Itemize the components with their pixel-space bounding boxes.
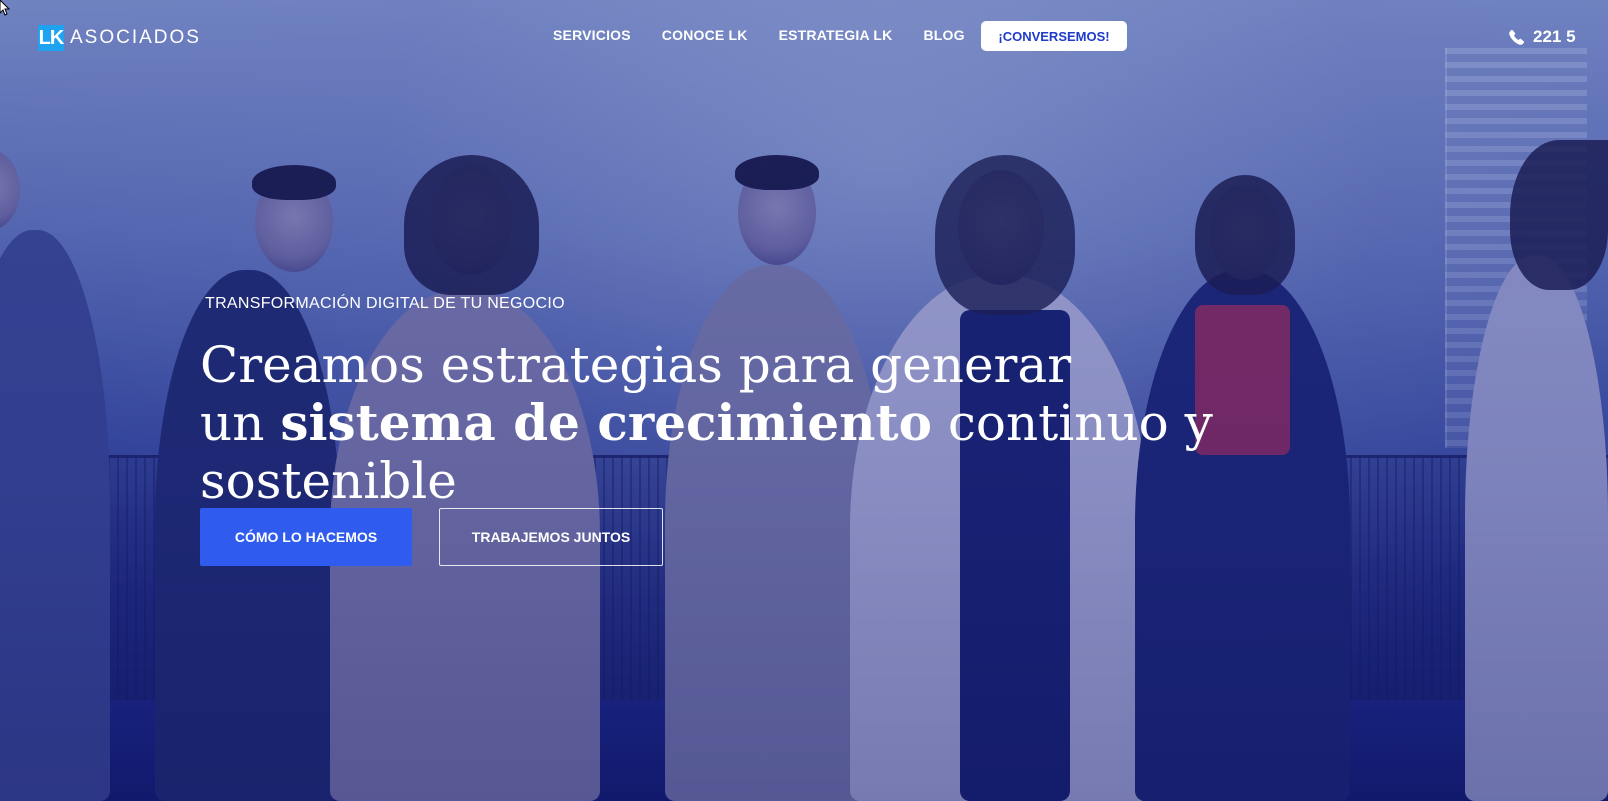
headline-line-2-bold: sistema de crecimiento bbox=[280, 393, 932, 452]
nav-link-conoce-lk[interactable]: CONOCE LK bbox=[662, 27, 748, 43]
hero-headline: Creamos estrategias para generar un sist… bbox=[200, 336, 1420, 510]
logo-text: ASOCIADOS bbox=[70, 27, 201, 48]
headline-line-2-prefix: un bbox=[200, 394, 281, 452]
headline-line-1: Creamos estrategias para generar bbox=[200, 336, 1072, 394]
logo-mark: LK bbox=[38, 25, 64, 51]
top-navigation: LK ASOCIADOS SERVICIOS CONOCE LK ESTRATE… bbox=[0, 0, 1608, 76]
phone-icon bbox=[1509, 29, 1525, 45]
hero-eyebrow: TRANSFORMACIÓN DIGITAL DE TU NEGOCIO bbox=[205, 295, 565, 312]
nav-link-blog[interactable]: BLOG bbox=[923, 27, 964, 43]
conversemos-button[interactable]: ¡CONVERSEMOS! bbox=[981, 21, 1127, 51]
nav-link-servicios[interactable]: SERVICIOS bbox=[553, 27, 631, 43]
como-lo-hacemos-button[interactable]: CÓMO LO HACEMOS bbox=[200, 508, 412, 566]
phone-link[interactable]: 221 5 bbox=[1509, 27, 1576, 47]
site-logo[interactable]: LK ASOCIADOS bbox=[38, 24, 201, 52]
trabajemos-juntos-button[interactable]: TRABAJEMOS JUNTOS bbox=[439, 508, 663, 566]
nav-link-estrategia-lk[interactable]: ESTRATEGIA LK bbox=[779, 27, 893, 43]
phone-number: 221 5 bbox=[1533, 27, 1576, 46]
nav-links: SERVICIOS CONOCE LK ESTRATEGIA LK BLOG bbox=[553, 27, 996, 43]
